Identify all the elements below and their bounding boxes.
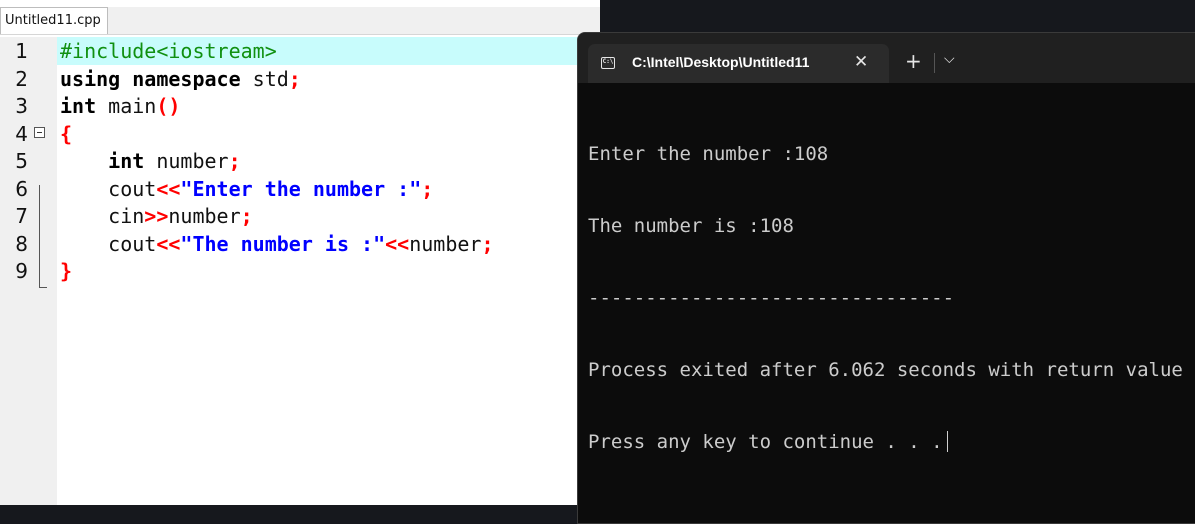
- code-line[interactable]: 6 cout<<"Enter the number :";: [0, 175, 600, 203]
- code-token: int: [60, 94, 97, 118]
- terminal-titlebar: C:\ C:\Intel\Desktop\Untitled11 ✕ + ⌵: [578, 33, 1195, 83]
- fold-guide-end: [39, 287, 47, 288]
- code-token: {: [60, 121, 73, 146]
- code-token: cout: [60, 231, 157, 256]
- code-line[interactable]: 8 cout<<"The number is :"<<number;: [0, 230, 600, 258]
- terminal-line: Process exited after 6.062 seconds with …: [588, 359, 1195, 381]
- code-text: cin>>number;: [57, 202, 603, 230]
- chevron-down-icon[interactable]: ⌵: [944, 51, 955, 67]
- code-token: number: [168, 204, 241, 228]
- line-number: 2: [15, 66, 28, 91]
- code-token: <<: [156, 176, 181, 201]
- code-token: #include<iostream>: [60, 39, 277, 63]
- console-icon: C:\: [601, 57, 615, 69]
- tab-separator: [934, 53, 935, 73]
- code-token: int: [108, 149, 145, 173]
- terminal-line: Press any key to continue . . .: [588, 431, 943, 453]
- code-token: <<: [156, 231, 181, 256]
- code-area[interactable]: 1 #include<iostream> 2 using namespace std;…: [0, 37, 603, 507]
- close-icon[interactable]: ✕: [854, 52, 868, 72]
- code-token: ;: [240, 204, 253, 228]
- code-editor: Untitled11.cpp 1 #include<iostream> 2 using…: [0, 0, 603, 513]
- text-cursor: [946, 431, 948, 452]
- terminal-tab-title: C:\Intel\Desktop\Untitled11: [632, 54, 810, 70]
- terminal-output: Enter the number :108 The number is :108…: [588, 94, 1195, 502]
- terminal-prompt-line: Press any key to continue . . .: [588, 430, 1195, 454]
- code-line[interactable]: 1 #include<iostream>: [0, 37, 603, 65]
- code-token: >>: [144, 204, 169, 228]
- code-line[interactable]: 5 int number;: [0, 147, 600, 175]
- code-token: number: [144, 149, 229, 173]
- terminal-tab[interactable]: C:\ C:\Intel\Desktop\Untitled11 ✕: [588, 44, 889, 83]
- code-text: int main(): [57, 92, 603, 120]
- code-text: cout<<"Enter the number :";: [57, 175, 603, 203]
- code-token: using namespace: [60, 66, 241, 91]
- code-line[interactable]: 7 cin>>number;: [0, 202, 600, 230]
- code-token: std: [240, 66, 289, 91]
- line-number: 6: [15, 176, 28, 201]
- terminal-window[interactable]: C:\ C:\Intel\Desktop\Untitled11 ✕ + ⌵ En…: [577, 32, 1195, 524]
- editor-tabbar: Untitled11.cpp: [0, 7, 600, 35]
- code-token: cout: [60, 176, 157, 201]
- line-number: 1: [15, 39, 28, 63]
- file-tab-untitled11[interactable]: Untitled11.cpp: [0, 7, 108, 34]
- code-text: cout<<"The number is :"<<number;: [57, 230, 603, 258]
- line-number: 7: [15, 204, 28, 228]
- line-number: 5: [15, 149, 28, 173]
- code-text: #include<iostream>: [57, 37, 603, 65]
- code-line[interactable]: 3 int main(): [0, 92, 600, 120]
- fold-collapse-icon[interactable]: [34, 126, 45, 138]
- code-text: using namespace std;: [57, 65, 603, 93]
- code-token: ;: [481, 231, 494, 256]
- line-number: 8: [15, 231, 28, 256]
- code-line[interactable]: 4{: [0, 120, 600, 148]
- line-number: 3: [15, 94, 28, 118]
- code-token: cin: [60, 204, 145, 228]
- code-text: {: [57, 120, 603, 148]
- code-line[interactable]: 2 using namespace std;: [0, 65, 600, 93]
- code-token: "Enter the number :": [180, 176, 422, 201]
- code-text: }: [57, 257, 603, 285]
- code-token: ;: [228, 149, 241, 173]
- line-number: 4: [15, 121, 28, 146]
- code-token: number: [409, 231, 482, 256]
- terminal-line: The number is :108: [588, 215, 794, 237]
- code-token: <<: [385, 231, 410, 256]
- code-token: ;: [288, 66, 301, 91]
- terminal-line: --------------------------------: [588, 287, 955, 309]
- bottom-strip: [0, 505, 600, 513]
- code-token: "The number is :": [180, 231, 386, 256]
- new-tab-button[interactable]: +: [905, 49, 922, 73]
- fold-guide-line: [39, 185, 40, 287]
- terminal-line: Enter the number :108: [588, 143, 829, 165]
- code-token: (): [156, 94, 181, 118]
- code-token: ;: [421, 176, 434, 201]
- line-number: 9: [15, 259, 28, 283]
- code-line[interactable]: 9}: [0, 257, 600, 285]
- code-text: int number;: [57, 147, 603, 175]
- code-token: }: [60, 259, 73, 283]
- code-token: main: [96, 94, 157, 118]
